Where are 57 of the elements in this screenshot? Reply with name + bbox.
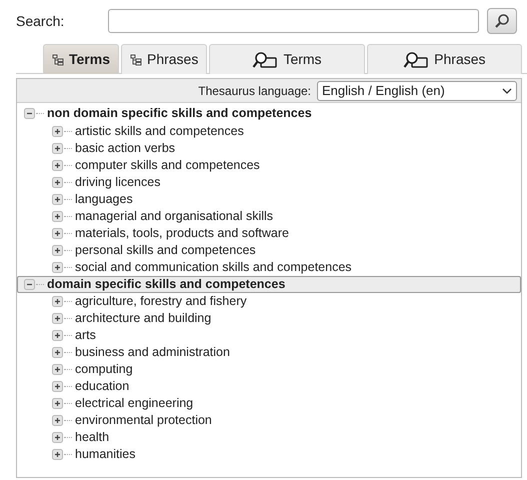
expand-icon[interactable] [52, 126, 63, 136]
expand-icon[interactable] [52, 142, 63, 154]
tree-node[interactable]: health [17, 429, 521, 446]
tree-node[interactable]: environmental protection [17, 412, 521, 429]
tree-node[interactable]: education [17, 378, 521, 395]
tree-node[interactable]: arts [17, 327, 521, 344]
search-folder-icon [252, 50, 278, 68]
tree-node[interactable]: electrical engineering [17, 395, 521, 412]
tab[interactable]: Terms [43, 44, 119, 74]
tab[interactable]: Phrases [120, 44, 208, 74]
tree-node[interactable]: non domain specific skills and competences [17, 105, 521, 122]
tree-icon [52, 54, 64, 66]
expand-icon[interactable] [52, 176, 63, 188]
search-label: Search: [16, 12, 66, 30]
tree-icon [130, 54, 142, 66]
tree-node[interactable]: domain specific skills and competences [17, 276, 521, 293]
expand-icon[interactable] [52, 432, 63, 443]
expand-icon[interactable] [52, 296, 63, 307]
expand-icon[interactable] [52, 194, 63, 204]
search-icon [494, 13, 510, 29]
chevron-down-icon [502, 88, 512, 94]
language-dropdown[interactable]: English / English (en) [317, 80, 517, 100]
tab[interactable]: Terms [209, 44, 365, 74]
expand-icon[interactable] [52, 228, 63, 238]
tree-node[interactable]: humanities [17, 446, 521, 463]
tree-node[interactable]: social and communication skills and competences [17, 258, 521, 276]
tree-node[interactable]: managerial and organisational skills [17, 208, 521, 224]
expand-icon[interactable] [52, 330, 63, 341]
tree-node[interactable]: agriculture, forestry and fishery [17, 293, 521, 310]
expand-icon[interactable] [52, 210, 63, 222]
expand-icon[interactable] [52, 381, 63, 392]
expand-icon[interactable] [52, 313, 63, 324]
expand-icon[interactable] [52, 244, 63, 256]
tree-node[interactable]: materials, tools, products and software [17, 224, 521, 242]
tree-node[interactable]: driving licences [17, 174, 521, 190]
expand-icon[interactable] [52, 160, 63, 170]
expand-icon[interactable] [52, 415, 63, 426]
collapse-icon[interactable] [24, 108, 35, 120]
search-field[interactable] [108, 9, 479, 33]
collapse-icon[interactable] [24, 278, 35, 290]
expand-icon[interactable] [52, 347, 63, 358]
expand-icon[interactable] [52, 398, 63, 409]
search-button[interactable] [487, 8, 517, 34]
tree-node[interactable]: artistic skills and competences [17, 122, 521, 140]
tree-node[interactable]: computing [17, 361, 521, 378]
tree-node[interactable]: business and administration [17, 344, 521, 361]
tree-node[interactable]: personal skills and competences [17, 242, 521, 258]
search-folder-icon [403, 50, 430, 68]
tree-node[interactable]: computer skills and competences [17, 156, 521, 174]
tree-node[interactable]: architecture and building [17, 310, 521, 327]
expand-icon[interactable] [52, 364, 63, 375]
expand-icon[interactable] [52, 449, 63, 460]
tab[interactable]: Phrases [366, 44, 522, 74]
tree-node[interactable]: languages [17, 190, 521, 208]
tree-node[interactable]: basic action verbs [17, 140, 521, 156]
expand-icon[interactable] [52, 262, 63, 272]
language-label: Thesaurus language: [198, 82, 311, 100]
